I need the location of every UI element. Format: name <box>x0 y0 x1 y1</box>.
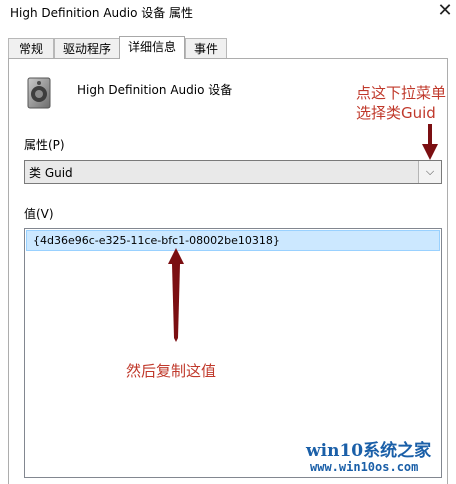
value-label: 值(V) <box>24 207 54 221</box>
tab-general[interactable]: 常规 <box>8 38 54 58</box>
tab-details[interactable]: 详细信息 <box>119 36 185 59</box>
watermark-line1: win10系统之家 <box>306 441 432 461</box>
dropdown-hint-line1: 点这下拉菜单 <box>356 84 447 102</box>
guid-value: {4d36e96c-e325-11ce-bfc1-08002be10318} <box>33 234 280 247</box>
tab-driver[interactable]: 驱动程序 <box>54 38 120 58</box>
property-dropdown[interactable]: 类 Guid ⌵ <box>24 160 442 184</box>
device-name: High Definition Audio 设备 <box>77 83 233 97</box>
watermark-logo: win10系统之家 www.win10os.com <box>298 432 456 484</box>
speaker-icon <box>27 77 51 109</box>
chevron-down-icon[interactable]: ⌵ <box>418 161 441 183</box>
property-label: 属性(P) <box>24 138 65 152</box>
tab-events[interactable]: 事件 <box>185 38 227 58</box>
property-dropdown-value: 类 Guid <box>29 166 73 180</box>
watermark-line2: www.win10os.com <box>310 460 419 474</box>
dropdown-hint-line2: 选择类Guid <box>356 104 436 122</box>
close-icon[interactable]: ✕ <box>434 0 456 24</box>
window-title: High Definition Audio 设备 属性 <box>10 6 194 20</box>
copy-hint: 然后复制这值 <box>126 362 217 380</box>
title-bar: High Definition Audio 设备 属性 ✕ <box>0 0 456 30</box>
list-item[interactable]: {4d36e96c-e325-11ce-bfc1-08002be10318} <box>26 230 440 251</box>
